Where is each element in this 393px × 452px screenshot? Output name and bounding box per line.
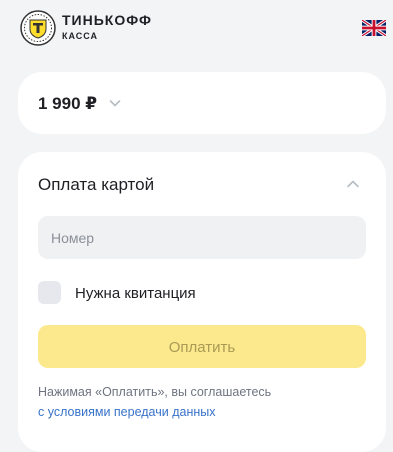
card-payment-panel: Оплата картой Нужна квитанция Оплатить Н… <box>18 152 386 452</box>
card-number-input[interactable] <box>38 216 366 259</box>
payment-title: Оплата картой <box>38 175 155 194</box>
header: ТИНЬКОФФ КАССА <box>0 0 393 56</box>
terms-text: Нажимая «Оплатить», вы соглашаетесь с ус… <box>38 382 368 422</box>
amount-value: 1 990 ₽ <box>38 94 98 113</box>
brand: ТИНЬКОФФ КАССА <box>62 13 152 41</box>
uk-flag-icon[interactable] <box>362 20 386 36</box>
pay-button[interactable]: Оплатить <box>38 325 366 368</box>
receipt-checkbox[interactable] <box>38 281 61 304</box>
terms-notice: Нажимая «Оплатить», вы соглашаетесь <box>38 385 272 399</box>
brand-subtitle: КАССА <box>62 31 99 41</box>
amount-card[interactable]: 1 990 ₽ <box>18 72 386 134</box>
chevron-down-icon[interactable] <box>109 98 121 108</box>
terms-link[interactable]: с условиями передачи данных <box>38 402 368 422</box>
tinkoff-shield-logo <box>20 10 56 46</box>
receipt-label[interactable]: Нужна квитанция <box>75 285 196 302</box>
chevron-up-icon[interactable] <box>346 179 360 189</box>
brand-name: ТИНЬКОФФ <box>62 12 152 28</box>
